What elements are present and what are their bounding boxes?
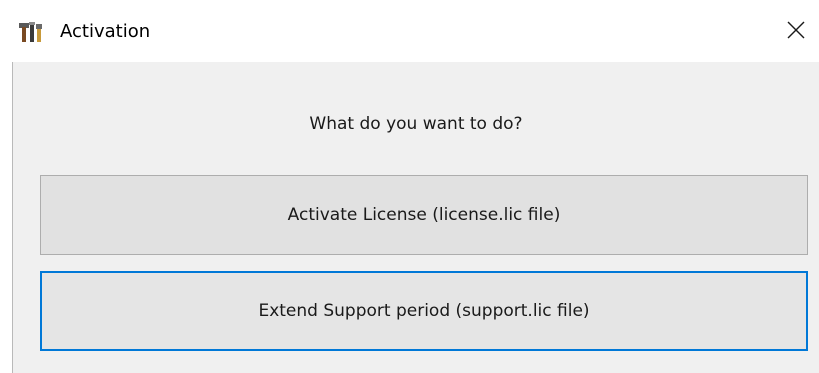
close-button[interactable] xyxy=(773,6,819,58)
activate-license-label: Activate License (license.lic file) xyxy=(287,205,561,225)
dialog-content: What do you want to do? Activate License… xyxy=(12,62,819,373)
close-icon xyxy=(787,21,805,43)
activation-dialog: Activation What do you want to do? Activ… xyxy=(0,0,819,373)
extend-support-label: Extend Support period (support.lic file) xyxy=(258,301,590,321)
window-title: Activation xyxy=(60,21,151,42)
activate-license-button[interactable]: Activate License (license.lic file) xyxy=(40,175,808,255)
prompt-text: What do you want to do? xyxy=(309,114,523,134)
tools-hammer-icon xyxy=(18,20,48,44)
title-bar[interactable]: Activation xyxy=(0,0,819,62)
extend-support-button[interactable]: Extend Support period (support.lic file) xyxy=(40,271,808,351)
